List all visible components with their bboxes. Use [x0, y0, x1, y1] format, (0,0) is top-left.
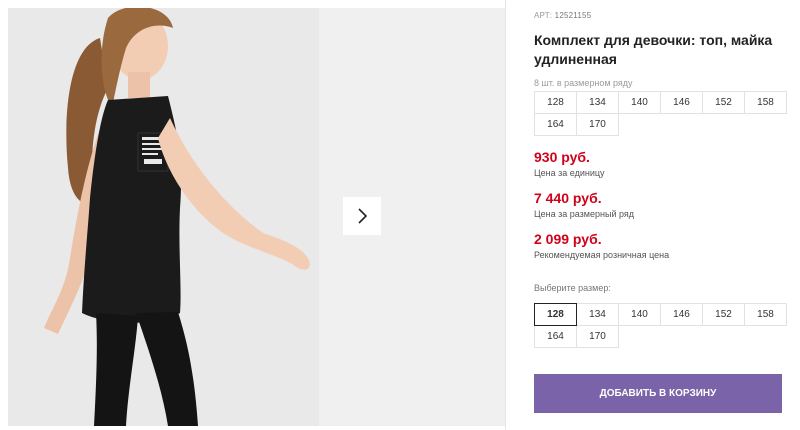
article-value: 12521155: [554, 11, 592, 20]
pack-size: 152: [702, 91, 745, 114]
add-to-cart-button[interactable]: ДОБАВИТЬ В КОРЗИНУ: [534, 374, 782, 413]
size-option[interactable]: 146: [660, 303, 703, 326]
size-option-selected[interactable]: 128: [534, 303, 577, 326]
pack-size: 134: [576, 91, 619, 114]
chevron-right-icon: [358, 208, 368, 224]
pack-size: 140: [618, 91, 661, 114]
article-prefix: АРТ:: [534, 11, 553, 20]
size-option[interactable]: 152: [702, 303, 745, 326]
size-option[interactable]: 170: [576, 325, 619, 348]
next-image-button[interactable]: [343, 197, 381, 235]
product-title: Комплект для девочки: топ, майка удлинен…: [534, 32, 773, 67]
article-number: АРТ: 12521155: [534, 11, 591, 20]
product-gallery: [8, 8, 506, 426]
pack-sizes-grid: 128 134 140 146 152 158 164 170: [534, 91, 788, 136]
unit-price: 930 руб.: [534, 149, 590, 165]
retail-price-note: Рекомендуемая розничная цена: [534, 250, 670, 260]
pack-price-note: Цена за размерный ряд: [534, 209, 635, 219]
select-size-label: Выберите размер:: [534, 283, 611, 293]
pack-label: 8 шт. в размерном ряду: [534, 78, 633, 88]
product-photo[interactable]: [8, 8, 319, 426]
unit-price-note: Цена за единицу: [534, 168, 605, 178]
size-selector: 128 134 140 146 152 158 164 170: [534, 303, 788, 348]
pack-size: 146: [660, 91, 703, 114]
pack-size: 158: [744, 91, 787, 114]
pack-size: 170: [576, 113, 619, 136]
pack-size: 164: [534, 113, 577, 136]
product-page: АРТ: 12521155 Комплект для девочки: топ,…: [0, 0, 800, 430]
size-option[interactable]: 140: [618, 303, 661, 326]
girl-illustration: [8, 8, 319, 426]
column-divider: [505, 0, 506, 430]
retail-price: 2 099 руб.: [534, 231, 602, 247]
size-option[interactable]: 134: [576, 303, 619, 326]
pack-price: 7 440 руб.: [534, 190, 602, 206]
pack-size: 128: [534, 91, 577, 114]
size-option[interactable]: 158: [744, 303, 787, 326]
size-option[interactable]: 164: [534, 325, 577, 348]
